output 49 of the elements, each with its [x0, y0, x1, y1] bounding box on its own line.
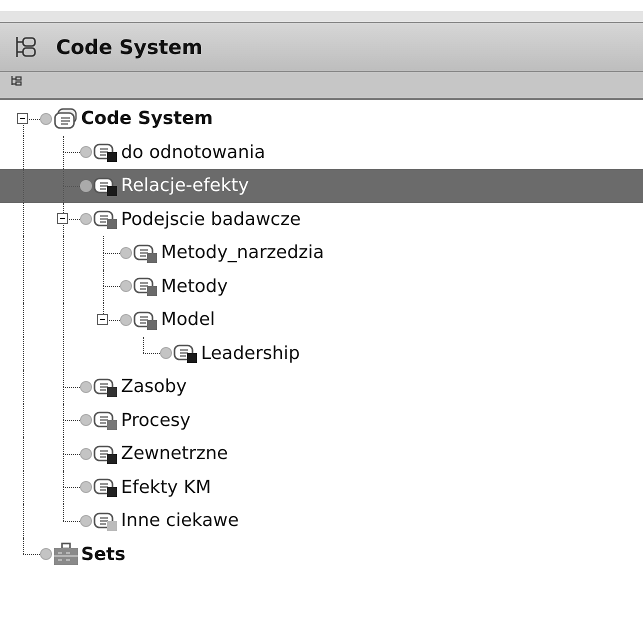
status-dot-icon	[80, 213, 92, 226]
tree-icon	[14, 35, 38, 59]
status-dot-icon	[80, 146, 92, 158]
tree-item-label: Zasoby	[121, 376, 187, 398]
status-dot-icon	[80, 448, 92, 460]
tree-row[interactable]: Model	[0, 303, 643, 336]
tree-item-label: Efekty KM	[121, 476, 211, 498]
panel-title: Code System	[56, 35, 203, 59]
tree-item-label: Model	[161, 309, 216, 330]
status-dot-icon	[80, 380, 92, 393]
status-dot-icon	[40, 548, 52, 560]
tree-item-label: Relacje-efekty	[121, 175, 249, 196]
tree-item-label: Leadership	[201, 342, 300, 364]
status-dot-icon	[120, 314, 132, 326]
status-dot-icon	[80, 414, 92, 426]
collapse-toggle[interactable]	[17, 112, 28, 124]
tree-item-label: Code System	[81, 108, 213, 130]
tree-item-label: Podejscie badawcze	[121, 208, 301, 230]
tree-row[interactable]: Relacje-efekty	[0, 169, 643, 202]
tree-row[interactable]: Zewnetrzne	[0, 437, 643, 470]
status-dot-icon	[80, 514, 92, 527]
tree-row[interactable]: Code System	[0, 102, 643, 136]
code-system-icon	[53, 108, 79, 130]
status-dot-icon	[80, 481, 92, 494]
tree-item-label: Inne ciekawe	[121, 510, 239, 532]
tree-row[interactable]: Metody_narzedzia	[0, 236, 643, 270]
collapse-toggle[interactable]	[97, 314, 108, 325]
status-dot-icon	[120, 246, 132, 259]
briefcase-icon	[53, 542, 79, 566]
tree-item-label: Zewnetrzne	[121, 443, 228, 464]
collapse-toggle[interactable]	[57, 213, 68, 224]
tree-row[interactable]: Sets	[0, 538, 643, 571]
tree-row[interactable]: Leadership	[0, 336, 643, 370]
tree-item-label: Procesy	[121, 410, 191, 431]
tree-row[interactable]: Efekty KM	[0, 470, 643, 504]
tree-row[interactable]: Inne ciekawe	[0, 504, 643, 538]
tree-item-label: Sets	[81, 544, 126, 565]
tree-row[interactable]: Procesy	[0, 404, 643, 437]
status-dot-icon	[40, 112, 52, 125]
status-dot-icon	[120, 280, 132, 292]
status-dot-icon	[80, 180, 92, 192]
tree-row[interactable]: Zasoby	[0, 370, 643, 404]
tree-row[interactable]: Metody	[0, 270, 643, 303]
tree-item-label: Metody_narzedzia	[161, 242, 324, 264]
tree-item-label: do odnotowania	[121, 142, 266, 163]
tree-row[interactable]: Podejscie badawcze	[0, 202, 643, 236]
tree-view-icon[interactable]	[11, 76, 22, 86]
tree-item-label: Metody	[161, 276, 228, 297]
status-dot-icon	[160, 347, 172, 360]
